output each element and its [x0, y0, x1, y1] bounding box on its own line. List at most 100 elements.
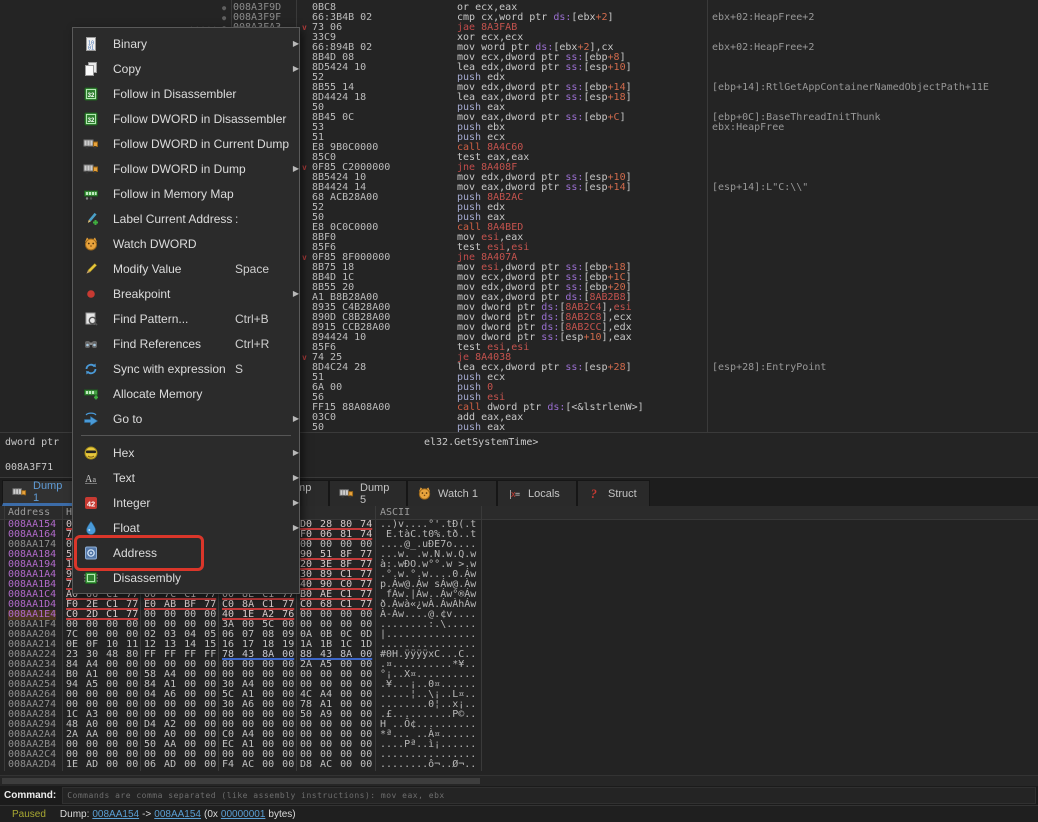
disassembly-icon: [83, 570, 99, 586]
menu-item-label: Label Current Address: [113, 212, 235, 226]
menu-item-address[interactable]: Address: [73, 540, 299, 565]
command-input[interactable]: Commands are comma separated (like assem…: [62, 787, 1036, 804]
menu-item-label: Text: [113, 471, 235, 485]
menu-item-follow-in-disassembler[interactable]: 32Follow in Disassembler: [73, 81, 299, 106]
menu-item-find-pattern[interactable]: Find Pattern...Ctrl+B: [73, 306, 299, 331]
disasm-comment: [ebp+14]:RtlGetAppContainerNamedObjectPa…: [712, 83, 989, 93]
menu-item-follow-dword-in-disassembler[interactable]: 32Follow DWORD in Disassembler: [73, 106, 299, 131]
submenu-arrow-icon: ▶: [287, 289, 299, 298]
tab-dump-5[interactable]: Dump 5: [329, 480, 407, 506]
watch-icon: [417, 486, 432, 501]
menu-item-go-to[interactable]: Go to▶: [73, 406, 299, 431]
dump-ascii: ........ô¬..Ø¬..: [380, 760, 476, 770]
menu-item-label: Follow in Memory Map: [113, 187, 235, 201]
menu-item-breakpoint[interactable]: Breakpoint ▶: [73, 281, 299, 306]
dump-row[interactable]: 008AA2D41E AD 00 0006 AD 00 00F4 AC 00 0…: [0, 760, 1038, 770]
disasm-row[interactable]: ●008A3F9F66:3B4B 02cmp cx,word ptr ds:[e…: [0, 13, 1038, 23]
svg-text:01: 01: [88, 45, 94, 51]
menu-item-watch-dword[interactable]: Watch DWORD: [73, 231, 299, 256]
float-icon: [83, 520, 99, 536]
dump-hex-group: D8 AC 00 00: [300, 760, 372, 770]
tab-label: Dump 1: [33, 480, 65, 504]
row-bullet-icon: ●: [222, 13, 226, 23]
menu-separator: [81, 435, 291, 436]
menu-item-shortcut: Space: [235, 262, 287, 276]
menu-item-follow-in-memory-map[interactable]: Follow in Memory Map: [73, 181, 299, 206]
dump-icon: [339, 486, 354, 501]
scrollbar-handle[interactable]: [2, 778, 480, 784]
x64dbg-window: ●008A3F9D0BC8or ecx,eax●008A3F9F66:3B4B …: [0, 0, 1038, 822]
context-menu: 1001Binary▶Copy▶32Follow in Disassembler…: [72, 27, 300, 594]
tab-dump-1[interactable]: Dump 1: [2, 480, 75, 506]
submenu-arrow-icon: ▶: [287, 473, 299, 482]
menu-item-follow-dword-in-current-dump[interactable]: Follow DWORD in Current Dump: [73, 131, 299, 156]
info-deref-text: dword ptr: [5, 437, 65, 448]
dump-end-link[interactable]: 008AA154: [154, 809, 201, 820]
dump-size-link[interactable]: 00000001: [221, 809, 266, 820]
menu-item-label: Float: [113, 521, 235, 535]
menu-item-copy[interactable]: Copy▶: [73, 56, 299, 81]
tab-locals[interactable]: |x=| Locals: [497, 480, 577, 506]
menu-item-label: Watch DWORD: [113, 237, 235, 251]
dump-start-link[interactable]: 008AA154: [92, 809, 139, 820]
menu-item-shortcut: :: [235, 212, 287, 226]
hex-icon: [83, 445, 99, 461]
menu-item-label: Modify Value: [113, 262, 235, 276]
pencil-icon: [83, 261, 99, 277]
menu-item-find-references[interactable]: Find ReferencesCtrl+R: [73, 331, 299, 356]
menu-item-allocate-memory[interactable]: Allocate Memory: [73, 381, 299, 406]
menu-item-disassembly[interactable]: Disassembly: [73, 565, 299, 590]
menu-item-label: Address: [113, 546, 235, 560]
tab-struct[interactable]: ? Struct: [577, 480, 650, 506]
tab-watch-1[interactable]: Watch 1: [407, 480, 497, 506]
dump-status-label: Dump:: [60, 809, 89, 820]
tab-label: Struct: [608, 488, 637, 500]
submenu-arrow-icon: ▶: [287, 414, 299, 423]
dump-header-address: Address: [8, 507, 50, 518]
menu-item-sync-with-expression[interactable]: Sync with expressionS: [73, 356, 299, 381]
status-bar: Paused Dump: 008AA154 -> 008AA154 (0x 00…: [0, 805, 1038, 822]
menu-item-label: Copy: [113, 62, 235, 76]
menu-item-label: Follow DWORD in Disassembler: [113, 112, 235, 126]
command-placeholder: Commands are comma separated (like assem…: [63, 791, 444, 800]
address-icon: [83, 545, 99, 561]
disasm-comment: [esp+28]:EntryPoint: [712, 363, 826, 373]
info-symbol-text: el32.GetSystemTime>: [424, 437, 538, 448]
row-bullet-icon: ●: [222, 3, 226, 13]
dump-arrow: ->: [142, 809, 151, 820]
dump-hex-group: 06 AD 00 00: [144, 760, 216, 770]
integer-icon: 42: [83, 495, 99, 511]
dump-header-ascii: ASCII: [380, 507, 410, 518]
dump-icon: [12, 485, 27, 500]
struct-icon: ?: [587, 486, 602, 501]
menu-item-shortcut: Ctrl+B: [235, 312, 287, 326]
menu-item-label: Breakpoint: [113, 287, 235, 301]
text-icon: Aa: [83, 470, 99, 486]
command-label: Command:: [0, 790, 56, 801]
menu-item-label: Follow in Disassembler: [113, 87, 235, 101]
locals-icon: |x=|: [507, 486, 522, 501]
menu-item-label: Binary: [113, 37, 235, 51]
dump-icon: [83, 161, 99, 177]
jump-indicator-icon: v: [302, 163, 307, 173]
menu-item-label-current-address[interactable]: Label Current Address:: [73, 206, 299, 231]
submenu-arrow-icon: ▶: [287, 523, 299, 532]
command-bar: Command: Commands are comma separated (l…: [0, 786, 1038, 805]
tab-label: Watch 1: [438, 488, 478, 500]
dump-horizontal-scrollbar[interactable]: [0, 775, 1038, 786]
menu-item-binary[interactable]: 1001Binary▶: [73, 31, 299, 56]
submenu-arrow-icon: ▶: [287, 39, 299, 48]
svg-text:?: ?: [591, 487, 597, 501]
goto-icon: [83, 411, 99, 427]
find-pattern-icon: [83, 311, 99, 327]
menu-item-integer[interactable]: 42Integer▶: [73, 490, 299, 515]
tab-label: Locals: [528, 488, 560, 500]
menu-item-shortcut: S: [235, 362, 287, 376]
disasm-comment: ebx+02:HeapFree+2: [712, 43, 814, 53]
menu-item-float[interactable]: Float ▶: [73, 515, 299, 540]
menu-item-modify-value[interactable]: Modify ValueSpace: [73, 256, 299, 281]
sync-icon: [83, 361, 99, 377]
menu-item-text[interactable]: Aa Text ▶: [73, 465, 299, 490]
menu-item-hex[interactable]: Hex▶: [73, 440, 299, 465]
menu-item-follow-dword-in-dump[interactable]: Follow DWORD in Dump▶: [73, 156, 299, 181]
